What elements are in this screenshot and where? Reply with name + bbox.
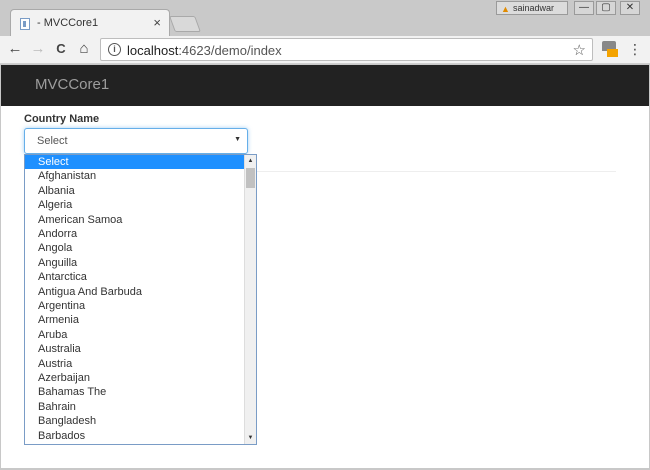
country-option[interactable]: Antarctica [25, 270, 244, 284]
country-option[interactable]: Australia [25, 342, 244, 356]
country-name-label: Country Name [24, 113, 100, 125]
country-option[interactable]: Azerbaijan [25, 371, 244, 385]
country-option[interactable]: Afghanistan [25, 169, 244, 183]
top-navbar: MVCCore1 [1, 65, 649, 106]
caret-down-icon: ▼ [234, 136, 241, 143]
restore-button[interactable]: ▢ [596, 1, 616, 15]
select-current-value: Select [37, 135, 68, 147]
country-option[interactable]: Armenia [25, 313, 244, 327]
url-text: localhost:4623/demo/index [127, 43, 282, 58]
warning-icon: ▲ [501, 4, 510, 14]
profile-name: sainadwar [513, 3, 555, 13]
country-option[interactable]: Anguilla [25, 256, 244, 270]
page-viewport: MVCCore1 Country Name Select ▼ Select Afg… [1, 65, 649, 468]
bookmark-star-icon[interactable]: ☆ [573, 41, 586, 59]
browser-menu-icon[interactable]: ⋮ [628, 42, 642, 56]
scroll-down-icon[interactable]: ▼ [245, 432, 256, 444]
dropdown-scrollbar[interactable]: ▲ ▼ [244, 155, 256, 444]
country-option[interactable]: Aruba [25, 328, 244, 342]
url-host: localhost [127, 43, 179, 58]
forward-arrow-icon[interactable]: → [29, 40, 47, 58]
tab-title: - MVCCore1 [37, 17, 99, 29]
country-option[interactable]: Select [25, 155, 244, 170]
country-option[interactable]: Bahrain [25, 400, 244, 414]
country-option[interactable]: Barbados [25, 429, 244, 443]
new-tab-button[interactable] [169, 16, 201, 32]
scroll-up-icon[interactable]: ▲ [245, 155, 256, 167]
country-select[interactable]: Select ▼ [24, 128, 248, 154]
close-tab-icon[interactable]: × [153, 15, 161, 30]
browser-tab[interactable]: - MVCCore1 × [10, 9, 170, 37]
profile-badge[interactable]: ▲ sainadwar [496, 1, 568, 15]
country-option[interactable]: Bahamas The [25, 385, 244, 399]
browser-titlebar: - MVCCore1 × ▲ sainadwar — ▢ ✕ [0, 0, 650, 37]
address-bar[interactable]: i localhost:4623/demo/index ☆ [100, 38, 593, 61]
country-option[interactable]: Andorra [25, 227, 244, 241]
country-option[interactable]: Albania [25, 184, 244, 198]
country-dropdown-list[interactable]: Select Afghanistan Albania Algeria American … [24, 154, 257, 445]
country-option[interactable]: Algeria [25, 198, 244, 212]
url-path: :4623/demo/index [178, 43, 282, 58]
country-option[interactable]: Angola [25, 241, 244, 255]
country-option[interactable]: Antigua And Barbuda [25, 285, 244, 299]
page-favicon-icon [20, 18, 30, 30]
reload-icon[interactable]: C [52, 40, 70, 58]
scroll-thumb[interactable] [246, 168, 255, 188]
country-option[interactable]: Austria [25, 357, 244, 371]
home-icon[interactable]: ⌂ [75, 40, 93, 58]
country-option[interactable]: Argentina [25, 299, 244, 313]
extension-badge [607, 49, 618, 57]
minimize-button[interactable]: — [574, 1, 594, 15]
navbar-brand[interactable]: MVCCore1 [35, 76, 109, 93]
browser-toolbar: ← → C ⌂ i localhost:4623/demo/index ☆ ⋮ [0, 36, 650, 64]
back-arrow-icon[interactable]: ← [6, 40, 24, 58]
extension-icon[interactable] [602, 41, 618, 57]
info-icon[interactable]: i [108, 43, 121, 56]
close-window-button[interactable]: ✕ [620, 1, 640, 15]
country-option[interactable]: Bangladesh [25, 414, 244, 428]
country-option[interactable]: American Samoa [25, 213, 244, 227]
